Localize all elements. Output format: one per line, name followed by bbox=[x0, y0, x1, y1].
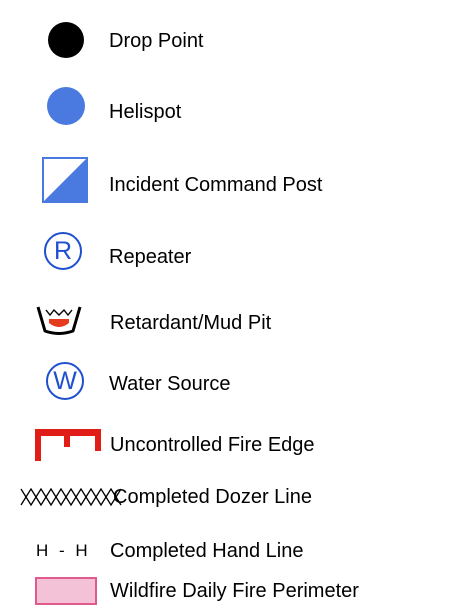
legend-label-repeater: Repeater bbox=[109, 246, 192, 268]
legend-label-uncontrolled-fire-edge: Uncontrolled Fire Edge bbox=[110, 434, 315, 456]
legend-label-water-source: Water Source bbox=[109, 373, 231, 395]
repeater-icon: R bbox=[44, 232, 82, 270]
helispot-icon bbox=[47, 87, 85, 125]
completed-dozer-line-icon bbox=[20, 487, 122, 507]
legend-label-completed-hand-line: Completed Hand Line bbox=[110, 540, 304, 562]
incident-command-post-icon bbox=[42, 157, 88, 203]
legend-label-retardant-mud-pit: Retardant/Mud Pit bbox=[110, 312, 272, 334]
repeater-symbol-text: R bbox=[53, 236, 73, 265]
uncontrolled-fire-edge-icon bbox=[35, 429, 101, 461]
map-legend: Drop Point Helispot Incident Command Pos… bbox=[0, 0, 474, 614]
drop-point-icon bbox=[48, 22, 84, 58]
legend-label-wildfire-daily-fire-perimeter: Wildfire Daily Fire Perimeter bbox=[110, 580, 359, 602]
completed-hand-line-icon: H - H bbox=[36, 541, 88, 560]
legend-label-helispot: Helispot bbox=[109, 101, 182, 123]
wildfire-daily-fire-perimeter-icon bbox=[35, 577, 97, 605]
retardant-mud-pit-icon bbox=[36, 306, 82, 335]
water-source-icon: W bbox=[46, 362, 84, 400]
legend-label-completed-dozer-line: Completed Dozer Line bbox=[113, 486, 312, 508]
water-source-symbol-text: W bbox=[53, 366, 77, 395]
legend-label-drop-point: Drop Point bbox=[109, 30, 204, 52]
legend-label-incident-command-post: Incident Command Post bbox=[109, 174, 323, 196]
